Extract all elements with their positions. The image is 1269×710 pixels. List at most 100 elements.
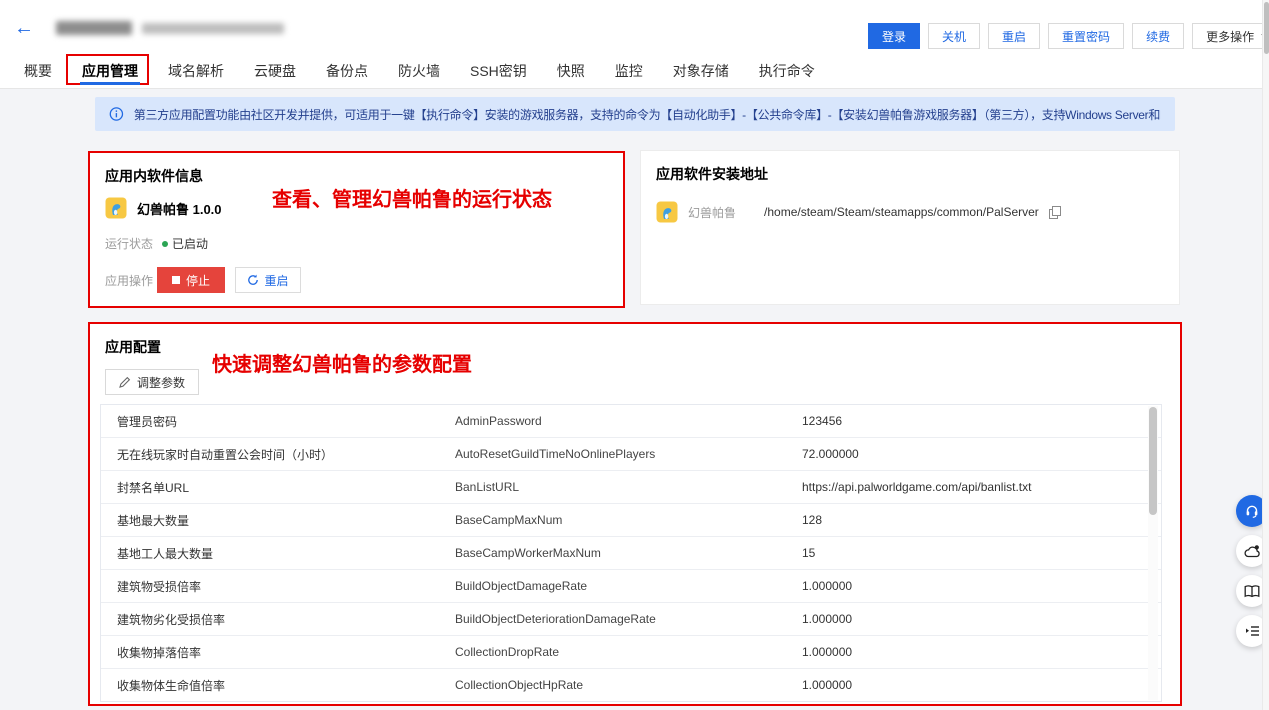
tab-app-management[interactable]: 应用管理 — [80, 53, 140, 88]
tab-backup-point[interactable]: 备份点 — [324, 53, 370, 88]
adjust-params-button[interactable]: 调整参数 — [105, 369, 199, 395]
stop-app-button[interactable]: 停止 — [157, 267, 225, 293]
param-key: AdminPassword — [455, 414, 802, 428]
param-key: CollectionDropRate — [455, 645, 802, 659]
ops-label: 应用操作 — [105, 272, 153, 289]
stop-square-icon — [172, 276, 180, 284]
cloud-bell-icon — [1244, 544, 1261, 559]
param-value: 1.000000 — [802, 678, 1161, 692]
param-label-cn: 管理员密码 — [101, 413, 455, 430]
info-icon — [109, 106, 124, 122]
install-card-title: 应用软件安装地址 — [656, 164, 768, 184]
tab-bar: 概要 应用管理 域名解析 云硬盘 备份点 防火墙 — [22, 53, 817, 88]
header-action-buttons: 登录 关机 重启 重置密码 续费 更多操作 — [868, 23, 1269, 49]
table-row: 管理员密码 AdminPassword 123456 — [101, 405, 1161, 438]
instance-subtitle-redacted — [142, 23, 284, 34]
table-row: 建筑物劣化受损倍率 BuildObjectDeteriorationDamage… — [101, 603, 1161, 636]
param-label-cn: 无在线玩家时自动重置公会时间（小时） — [101, 446, 455, 463]
login-button[interactable]: 登录 — [868, 23, 920, 49]
palworld-app-icon — [105, 197, 127, 219]
table-scrollbar-thumb[interactable] — [1149, 407, 1157, 515]
info-banner: 第三方应用配置功能由社区开发并提供，可适用于一键【执行命令】安装的游戏服务器，支… — [95, 97, 1175, 131]
tab-cloud-disk[interactable]: 云硬盘 — [252, 53, 298, 88]
param-key: CollectionObjectHpRate — [455, 678, 802, 692]
param-value: 123456 — [802, 414, 1161, 428]
param-key: BuildObjectDamageRate — [455, 579, 802, 593]
param-value: 1.000000 — [802, 579, 1161, 593]
tab-firewall[interactable]: 防火墙 — [396, 53, 442, 88]
software-info-card: 应用内软件信息 幻兽帕鲁 1.0.0 查看、管理幻兽帕鲁的运行状态 运行状态 已… — [88, 151, 625, 308]
param-value: 72.000000 — [802, 447, 1161, 461]
page-header: ← 登录 关机 重启 重置密码 续费 更多操作 概要 应用管理 — [0, 0, 1262, 89]
tab-domain-resolution[interactable]: 域名解析 — [166, 53, 226, 88]
tab-ssh-key[interactable]: SSH密钥 — [468, 53, 529, 88]
param-value: 1.000000 — [802, 645, 1161, 659]
param-value: 128 — [802, 513, 1161, 527]
param-key: AutoResetGuildTimeNoOnlinePlayers — [455, 447, 802, 461]
config-table: 管理员密码 AdminPassword 123456 无在线玩家时自动重置公会时… — [100, 404, 1162, 702]
palworld-app-icon — [656, 201, 678, 223]
tab-monitoring[interactable]: 监控 — [613, 53, 645, 88]
adjust-params-label: 调整参数 — [137, 374, 185, 391]
instance-name-redacted — [56, 21, 132, 35]
install-path-row: 幻兽帕鲁 /home/steam/Steam/steamapps/common/… — [656, 201, 1061, 223]
page-scrollbar-thumb[interactable] — [1264, 2, 1269, 54]
param-label-cn: 建筑物受损倍率 — [101, 578, 455, 595]
install-app-name: 幻兽帕鲁 — [688, 204, 736, 221]
restart-server-button[interactable]: 重启 — [988, 23, 1040, 49]
param-key: BaseCampWorkerMaxNum — [455, 546, 802, 560]
app-name-version: 幻兽帕鲁 1.0.0 — [137, 199, 222, 218]
status-badge: 已启动 — [162, 235, 208, 252]
restart-app-button[interactable]: 重启 — [235, 267, 301, 293]
shutdown-button[interactable]: 关机 — [928, 23, 980, 49]
param-label-cn: 收集物体生命值倍率 — [101, 677, 455, 694]
param-key: BanListURL — [455, 480, 802, 494]
table-row: 基地最大数量 BaseCampMaxNum 128 — [101, 504, 1161, 537]
table-row: 基地工人最大数量 BaseCampWorkerMaxNum 15 — [101, 537, 1161, 570]
config-title: 应用配置 — [105, 337, 161, 357]
table-row: 收集物掉落倍率 CollectionDropRate 1.000000 — [101, 636, 1161, 669]
restart-label: 重启 — [264, 272, 288, 289]
param-label-cn: 基地最大数量 — [101, 512, 455, 529]
table-scrollbar[interactable] — [1148, 406, 1158, 700]
install-path: /home/steam/Steam/steamapps/common/PalSe… — [764, 205, 1039, 219]
list-lines-icon — [1245, 625, 1260, 637]
stop-label: 停止 — [186, 272, 210, 289]
banner-text: 第三方应用配置功能由社区开发并提供，可适用于一键【执行命令】安装的游戏服务器，支… — [134, 106, 1161, 123]
app-operation-buttons: 停止 重启 — [157, 267, 301, 293]
param-key: BuildObjectDeteriorationDamageRate — [455, 612, 802, 626]
headset-icon — [1244, 503, 1260, 519]
open-book-icon — [1244, 585, 1260, 598]
param-value: 15 — [802, 546, 1161, 560]
param-label-cn: 基地工人最大数量 — [101, 545, 455, 562]
app-identity-row: 幻兽帕鲁 1.0.0 — [105, 197, 222, 219]
table-row: 封禁名单URL BanListURL https://api.palworldg… — [101, 471, 1161, 504]
tab-run-command[interactable]: 执行命令 — [757, 53, 817, 88]
refresh-icon — [247, 274, 259, 286]
param-value: https://api.palworldgame.com/api/banlist… — [802, 480, 1161, 494]
param-label-cn: 收集物掉落倍率 — [101, 644, 455, 661]
page-scrollbar[interactable] — [1262, 0, 1269, 710]
status-value: 已启动 — [172, 235, 208, 252]
param-label-cn: 建筑物劣化受损倍率 — [101, 611, 455, 628]
reset-password-button[interactable]: 重置密码 — [1048, 23, 1124, 49]
table-row: 建筑物受损倍率 BuildObjectDamageRate 1.000000 — [101, 570, 1161, 603]
tab-overview[interactable]: 概要 — [22, 53, 54, 88]
param-value: 1.000000 — [802, 612, 1161, 626]
copy-icon[interactable] — [1049, 206, 1061, 219]
status-label: 运行状态 — [105, 235, 153, 252]
tab-object-storage[interactable]: 对象存储 — [671, 53, 731, 88]
install-address-card: 应用软件安装地址 幻兽帕鲁 /home/steam/Steam/steamapp… — [640, 150, 1180, 305]
status-dot-icon — [162, 241, 168, 247]
table-row: 无在线玩家时自动重置公会时间（小时） AutoResetGuildTimeNoO… — [101, 438, 1161, 471]
annotation-run-status: 查看、管理幻兽帕鲁的运行状态 — [272, 183, 552, 212]
tab-snapshot[interactable]: 快照 — [555, 53, 587, 88]
param-label-cn: 封禁名单URL — [101, 479, 455, 496]
lighthouse-console-page: ← 登录 关机 重启 重置密码 续费 更多操作 概要 应用管理 — [0, 0, 1269, 710]
more-actions-label: 更多操作 — [1206, 28, 1254, 45]
software-card-title: 应用内软件信息 — [105, 166, 203, 186]
back-arrow-icon[interactable]: ← — [14, 16, 34, 40]
renew-button[interactable]: 续费 — [1132, 23, 1184, 49]
table-row: 收集物体生命值倍率 CollectionObjectHpRate 1.00000… — [101, 669, 1161, 702]
more-actions-button[interactable]: 更多操作 — [1192, 23, 1269, 49]
